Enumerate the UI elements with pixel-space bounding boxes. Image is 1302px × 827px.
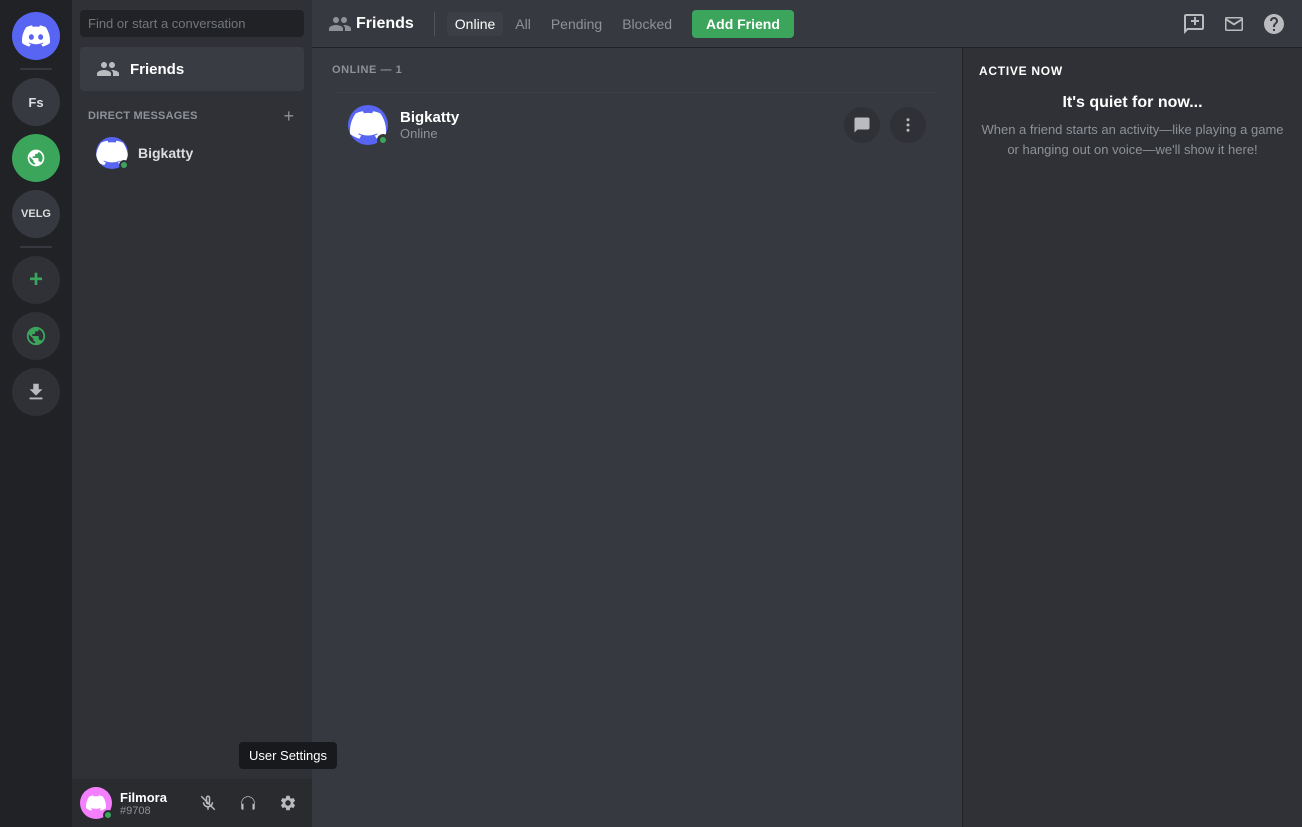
tab-all[interactable]: All (507, 12, 539, 36)
friends-nav-icon (328, 12, 352, 36)
help-button[interactable] (1262, 12, 1286, 36)
tab-blocked[interactable]: Blocked (614, 12, 680, 36)
friends-label: Friends (130, 61, 184, 78)
bigkatty-friend-status: Online (400, 126, 844, 141)
top-nav: Friends Online All Pending Blocked Add F… (312, 0, 1302, 48)
bigkatty-online-dot (377, 134, 389, 146)
mute-button[interactable] (192, 787, 224, 819)
server-icon-download[interactable] (12, 368, 60, 416)
main-content: Friends Online All Pending Blocked Add F… (312, 0, 1302, 827)
server-sidebar: Fs VELG + (0, 0, 72, 827)
bigkatty-friend-avatar (348, 105, 388, 145)
friend-row-bigkatty[interactable]: Bigkatty Online (332, 92, 942, 157)
bigkatty-friend-actions (844, 107, 926, 143)
settings-button[interactable]: User Settings (272, 787, 304, 819)
friends-area: Online — 1 Bigkatty Online (312, 48, 962, 827)
active-now-title: ACTIVE NOW (979, 64, 1286, 78)
bigkatty-avatar-wrapper (96, 137, 128, 169)
add-friend-button[interactable]: Add Friend (692, 10, 794, 38)
bigkatty-username: Bigkatty (138, 145, 193, 161)
dm-user-bigkatty[interactable]: Bigkatty (80, 129, 304, 177)
nav-actions (1182, 12, 1286, 36)
bigkatty-more-button[interactable] (890, 107, 926, 143)
user-status-dot (103, 810, 113, 820)
dm-sidebar: Friends Direct Messages + Bigkatty F (72, 0, 312, 827)
new-group-dm-button[interactable] (1182, 12, 1206, 36)
inbox-button[interactable] (1222, 12, 1246, 36)
nav-divider (434, 12, 435, 36)
server-icon-velg[interactable]: VELG (12, 190, 60, 238)
direct-messages-label: Direct Messages (88, 110, 198, 122)
search-bar (72, 0, 312, 47)
friends-icon (96, 57, 120, 81)
server-icon-explore[interactable] (12, 134, 60, 182)
server-icon-discover[interactable] (12, 312, 60, 360)
tab-pending[interactable]: Pending (543, 12, 610, 36)
server-divider-2 (20, 246, 52, 248)
server-icon-fs[interactable]: Fs (12, 78, 60, 126)
bigkatty-friend-name: Bigkatty (400, 109, 844, 126)
quiet-desc: When a friend starts an activity—like pl… (979, 120, 1286, 159)
friends-nav-item[interactable]: Friends (80, 47, 304, 91)
nav-title: Friends (356, 15, 414, 33)
server-icon-add[interactable]: + (12, 256, 60, 304)
bigkatty-friend-info: Bigkatty Online (400, 109, 844, 141)
user-tag: #9708 (120, 805, 184, 817)
bigkatty-message-button[interactable] (844, 107, 880, 143)
dm-section-header: Direct Messages + (72, 91, 312, 129)
server-icon-home[interactable] (12, 12, 60, 60)
user-info: Filmora #9708 (120, 790, 184, 817)
server-divider (20, 68, 52, 70)
user-panel: Filmora #9708 User Settings (72, 779, 312, 827)
user-avatar-wrapper (80, 787, 112, 819)
quiet-title: It's quiet for now... (979, 94, 1286, 112)
bigkatty-status-dot (119, 160, 129, 170)
new-dm-button[interactable]: + (281, 107, 296, 125)
tab-online[interactable]: Online (447, 12, 503, 36)
username: Filmora (120, 790, 184, 805)
deafen-button[interactable] (232, 787, 264, 819)
search-input[interactable] (80, 10, 304, 37)
online-header: Online — 1 (332, 64, 942, 76)
active-now-panel: ACTIVE NOW It's quiet for now... When a … (962, 48, 1302, 827)
